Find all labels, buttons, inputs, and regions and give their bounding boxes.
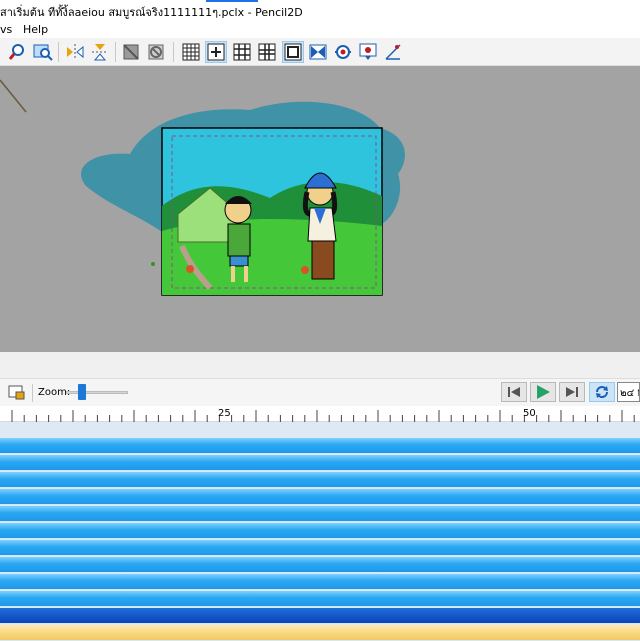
onion-prev-icon[interactable] bbox=[120, 41, 142, 63]
toolbar-separator bbox=[173, 42, 174, 62]
menu-views[interactable]: vs bbox=[0, 23, 12, 36]
go-end-button[interactable] bbox=[559, 382, 585, 402]
onion-next-icon[interactable] bbox=[145, 41, 167, 63]
timeline-controls: Zoom: ๒๔ f bbox=[0, 378, 640, 406]
ruler-ticks bbox=[11, 410, 635, 422]
flip-vertical-icon[interactable] bbox=[89, 41, 111, 63]
timeline-track[interactable] bbox=[0, 591, 640, 607]
ruler-label-50: 50 bbox=[523, 408, 536, 419]
drawing-canvas[interactable] bbox=[0, 66, 640, 352]
title-accent bbox=[206, 0, 258, 2]
zoom-icon[interactable] bbox=[6, 41, 28, 63]
perspective-icon[interactable] bbox=[382, 41, 404, 63]
camera-motion-icon[interactable] bbox=[307, 41, 329, 63]
layer-options-icon[interactable] bbox=[8, 385, 26, 401]
panel-divider[interactable] bbox=[0, 352, 640, 378]
menu-help[interactable]: Help bbox=[23, 23, 48, 36]
timeline-track[interactable] bbox=[0, 489, 640, 505]
safe-area-icon[interactable] bbox=[282, 41, 304, 63]
flip-horizontal-icon[interactable] bbox=[64, 41, 86, 63]
toolbar-separator bbox=[58, 42, 59, 62]
ruler-label-25: 25 bbox=[218, 408, 231, 419]
timeline-track[interactable] bbox=[0, 557, 640, 573]
timeline-track[interactable] bbox=[0, 574, 640, 590]
toolbar-separator bbox=[32, 384, 33, 402]
view-toolbar bbox=[0, 38, 640, 66]
thirds-grid-icon[interactable] bbox=[231, 41, 253, 63]
go-start-button[interactable] bbox=[501, 382, 527, 402]
fps-spinbox[interactable]: ๒๔ f bbox=[617, 382, 640, 402]
timeline-track[interactable] bbox=[0, 506, 640, 522]
loop-button[interactable] bbox=[589, 382, 615, 402]
timeline-track[interactable] bbox=[0, 472, 640, 488]
canvas-artwork bbox=[0, 79, 405, 296]
overlay-settings-icon[interactable] bbox=[357, 41, 379, 63]
golden-grid-icon[interactable] bbox=[256, 41, 278, 63]
frame-ruler[interactable]: 25 50 bbox=[0, 406, 640, 422]
center-icon[interactable] bbox=[205, 41, 227, 63]
timeline-track[interactable] bbox=[0, 625, 640, 641]
grid-icon[interactable] bbox=[180, 41, 202, 63]
title-bar: สาเริ่มต้น ทีทั้งิ้ลaeiou สมบูรณ์จริง111… bbox=[0, 0, 640, 20]
zoom-slider-track[interactable] bbox=[66, 391, 128, 394]
timeline-track[interactable] bbox=[0, 608, 640, 624]
play-button[interactable] bbox=[530, 382, 556, 402]
timeline-track[interactable] bbox=[0, 523, 640, 539]
toolbar-separator bbox=[115, 42, 116, 62]
menu-bar: vs Help bbox=[0, 20, 640, 38]
timeline-tracks[interactable] bbox=[0, 422, 640, 641]
camera-path-icon[interactable] bbox=[332, 41, 354, 63]
timeline-track[interactable] bbox=[0, 438, 640, 454]
timeline-track[interactable] bbox=[0, 455, 640, 471]
zoom-fit-icon[interactable] bbox=[32, 41, 54, 63]
timeline-track[interactable] bbox=[0, 540, 640, 556]
window-title: สาเริ่มต้น ทีทั้งิ้ลaeiou สมบูรณ์จริง111… bbox=[0, 6, 303, 19]
zoom-slider-handle[interactable] bbox=[77, 384, 86, 400]
